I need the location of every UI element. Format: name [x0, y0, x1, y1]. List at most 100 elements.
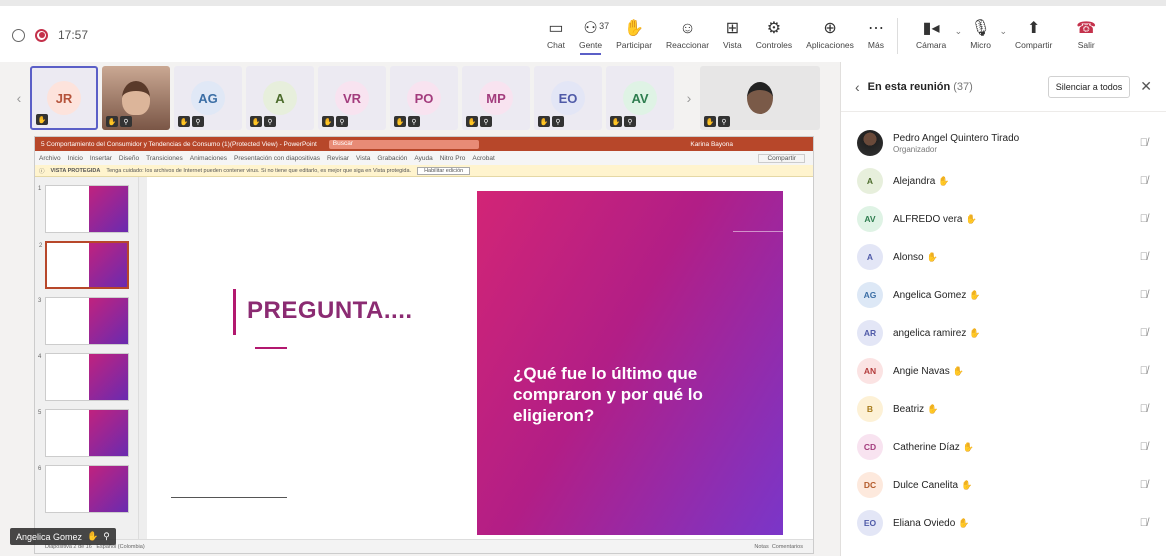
controls-icon: ⚙ — [766, 20, 782, 37]
participant-row[interactable]: AV ALFREDO vera ✋ 🎙̸ — [841, 200, 1166, 238]
participant-row[interactable]: B Beatriz ✋ 🎙̸ — [841, 390, 1166, 428]
thumbnail-image — [88, 466, 128, 512]
toolbar-button-more[interactable]: ⋯ Más — [861, 18, 891, 50]
participant-name: ALFREDO vera ✋ — [893, 213, 977, 226]
ribbon-tab: Inicio — [67, 154, 83, 162]
video-strip: ‹ JR ✋ ✋ ⚲ AG ✋ ⚲ A ✋ ⚲ VR ✋ ⚲ PO ✋ ⚲ MP ✋ ⚲ EO ✋ ⚲ AV ✋ ⚲ › ✋ ⚲ — [8, 64, 838, 132]
participant-row[interactable]: Pedro Angel Quintero Tirado Organizador 🎙̸ — [841, 124, 1166, 162]
mic-off-icon: ⚲ — [480, 116, 492, 127]
participant-row[interactable]: A Alejandra ✋ 🎙̸ — [841, 162, 1166, 200]
hand-icon: ✋ — [322, 116, 334, 127]
ppt-user: Karina Bayona — [690, 140, 733, 148]
mic-off-icon[interactable]: 🎙̸ — [1140, 479, 1148, 491]
participant-list: Pedro Angel Quintero Tirado Organizador 🎙̸… — [841, 112, 1166, 542]
close-icon[interactable]: ✕ — [1140, 78, 1152, 95]
video-tile[interactable]: JR ✋ — [30, 66, 98, 130]
participant-row[interactable]: CD Catherine Díaz ✋ 🎙̸ — [841, 428, 1166, 466]
slide-question: PREGUNTA.... — [247, 297, 413, 324]
chevron-left-icon[interactable]: ‹ — [8, 90, 30, 106]
warn-text: Tenga cuidado: los archivos de Internet … — [106, 167, 412, 174]
mic-off-icon[interactable]: 🎙̸ — [1140, 251, 1148, 263]
video-tile[interactable]: A ✋ ⚲ — [246, 66, 314, 130]
tile-status: ✋ ⚲ — [322, 116, 348, 127]
participant-name: Angelica Gomez ✋ — [893, 289, 981, 302]
mic-button[interactable]: 🎙 Micro ⌄ — [958, 18, 1007, 50]
toolbar-button-smile[interactable]: ☺ Reaccionar — [659, 18, 716, 50]
mic-off-icon[interactable]: 🎙̸ — [1140, 213, 1148, 225]
bottom-line — [171, 497, 287, 498]
toolbar-button-people[interactable]: ⚇ 37 Gente — [572, 18, 609, 55]
toolbar-button-chat[interactable]: ▭ Chat — [540, 18, 572, 50]
slide-number: 5 — [38, 410, 42, 416]
back-icon[interactable]: ‹ — [855, 79, 860, 95]
chat-icon: ▭ — [548, 20, 564, 37]
meeting-toolbar: 17:57 ▭ Chat ⚇ 37 Gente ✋ Participar ☺ Reacciona… — [0, 0, 1166, 62]
mic-off-icon: ⚲ — [408, 116, 420, 127]
mic-off-icon[interactable]: 🎙̸ — [1140, 441, 1148, 453]
participant-info: Catherine Díaz ✋ — [893, 441, 974, 454]
video-tile[interactable]: VR ✋ ⚲ — [318, 66, 386, 130]
participant-name-text: Alonso — [893, 251, 924, 263]
mic-off-icon[interactable]: 🎙̸ — [1140, 327, 1148, 339]
video-tile[interactable]: PO ✋ ⚲ — [390, 66, 458, 130]
slide-thumbnail: 5 — [38, 409, 129, 457]
video-tile[interactable]: EO ✋ ⚲ — [534, 66, 602, 130]
mic-off-icon[interactable]: 🎙̸ — [1140, 365, 1148, 377]
toolbar-button-grid[interactable]: ⊞ Vista — [716, 18, 749, 50]
participant-name-text: Alejandra — [893, 175, 936, 187]
mic-off-icon[interactable]: 🎙̸ — [1140, 517, 1148, 529]
ribbon-tab: Ayuda — [414, 154, 433, 162]
avatar: PO — [407, 81, 441, 115]
participant-row[interactable]: DC Dulce Canelita ✋ 🎙̸ — [841, 466, 1166, 504]
participant-row[interactable]: AR angelica ramirez ✋ 🎙̸ — [841, 314, 1166, 352]
slide-thumbnail: 6 — [38, 465, 129, 513]
tile-status: ✋ ⚲ — [538, 116, 564, 127]
video-tile[interactable]: AG ✋ ⚲ — [174, 66, 242, 130]
participant-name-text: Eliana Oviedo — [893, 517, 956, 529]
chevron-right-icon[interactable]: › — [678, 90, 700, 106]
underline — [255, 347, 287, 349]
participant-row[interactable]: A Alonso ✋ 🎙̸ — [841, 238, 1166, 276]
mic-off-icon[interactable]: 🎙̸ — [1140, 403, 1148, 415]
ppt-title-bar: 5 Comportamiento del Consumidor y Tenden… — [35, 137, 813, 151]
mic-off-icon: ⚲ — [718, 116, 730, 127]
leave-label: Salir — [1077, 40, 1095, 50]
avatar: AV — [623, 81, 657, 115]
share-button[interactable]: ⬆ Compartir — [1003, 18, 1064, 50]
toolbar-label: Más — [867, 40, 884, 50]
participant-row[interactable]: AN Angie Navas ✋ 🎙̸ — [841, 352, 1166, 390]
divider — [896, 18, 898, 54]
toolbar-button-raise-hand[interactable]: ✋ Participar — [609, 18, 659, 50]
video-tile[interactable]: ✋ ⚲ — [102, 66, 170, 130]
ppt-ribbon-tabs: Archivo Inicio Insertar Diseño Transiciones A… — [35, 151, 813, 165]
mic-off-icon[interactable]: 🎙̸ — [1140, 289, 1148, 301]
toolbar-button-apps[interactable]: ⊕ Aplicaciones — [799, 18, 861, 50]
camera-button[interactable]: ▮◂ Cámara ⌄ — [904, 18, 962, 50]
participant-row[interactable]: EO Eliana Oviedo ✋ 🎙̸ — [841, 504, 1166, 542]
hand-icon: ✋ — [394, 116, 406, 127]
meeting-time: 17:57 — [58, 28, 89, 42]
participant-info: Eliana Oviedo ✋ — [893, 517, 969, 530]
video-tile[interactable]: MP ✋ ⚲ — [462, 66, 530, 130]
participant-row[interactable]: AG Angelica Gomez ✋ 🎙̸ — [841, 276, 1166, 314]
participant-info: angelica ramirez ✋ — [893, 327, 981, 340]
video-tile[interactable]: AV ✋ ⚲ — [606, 66, 674, 130]
participant-name-text: Pedro Angel Quintero Tirado — [893, 132, 1020, 144]
camera-label: Cámara — [915, 40, 947, 50]
participant-name-text: Angelica Gomez — [893, 289, 967, 301]
mic-off-icon[interactable]: 🎙̸ — [1140, 137, 1148, 149]
video-tile[interactable]: ✋ ⚲ — [700, 66, 820, 130]
enable-editing-button: Habilitar edición — [417, 166, 471, 175]
avatar: A — [263, 81, 297, 115]
toolbar-button-controls[interactable]: ⚙ Controles — [749, 18, 799, 50]
toolbar-buttons: ▭ Chat ⚇ 37 Gente ✋ Participar ☺ Reaccionar ⊞ Vist… — [540, 18, 1108, 55]
participant-name-text: ALFREDO vera — [893, 213, 963, 225]
status-right: Notas Comentarios — [754, 543, 803, 550]
participant-name-text: angelica ramirez — [893, 327, 967, 339]
leave-button[interactable]: ☎ Salir — [1064, 18, 1108, 50]
participant-info: Angie Navas ✋ — [893, 365, 964, 378]
mute-all-button[interactable]: Silenciar a todos — [1047, 75, 1131, 98]
avatar: MP — [479, 81, 513, 115]
mic-off-icon[interactable]: 🎙̸ — [1140, 175, 1148, 187]
tile-status: ✋ ⚲ — [704, 116, 730, 127]
